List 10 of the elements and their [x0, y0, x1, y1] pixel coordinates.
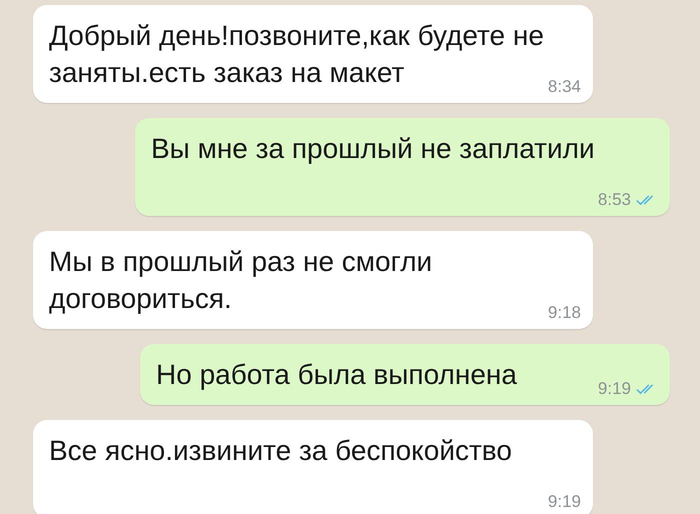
message-time: 9:19 — [548, 492, 581, 512]
message-text: Мы в прошлый раз не смогли договориться. — [49, 246, 432, 314]
message-time: 8:34 — [548, 77, 581, 97]
message-text: Добрый день!позвоните,как будете не заняты.есть заказ на макет — [49, 20, 544, 88]
message-text: Но работа была выполнена — [156, 359, 517, 390]
message-text: Вы мне за прошлый не заплатили — [151, 133, 595, 164]
message-time: 9:19 — [598, 379, 631, 399]
message-time: 8:53 — [598, 190, 631, 210]
message-text: Все ясно.извините за беспокойство — [49, 435, 512, 466]
message-time: 9:18 — [548, 303, 581, 323]
